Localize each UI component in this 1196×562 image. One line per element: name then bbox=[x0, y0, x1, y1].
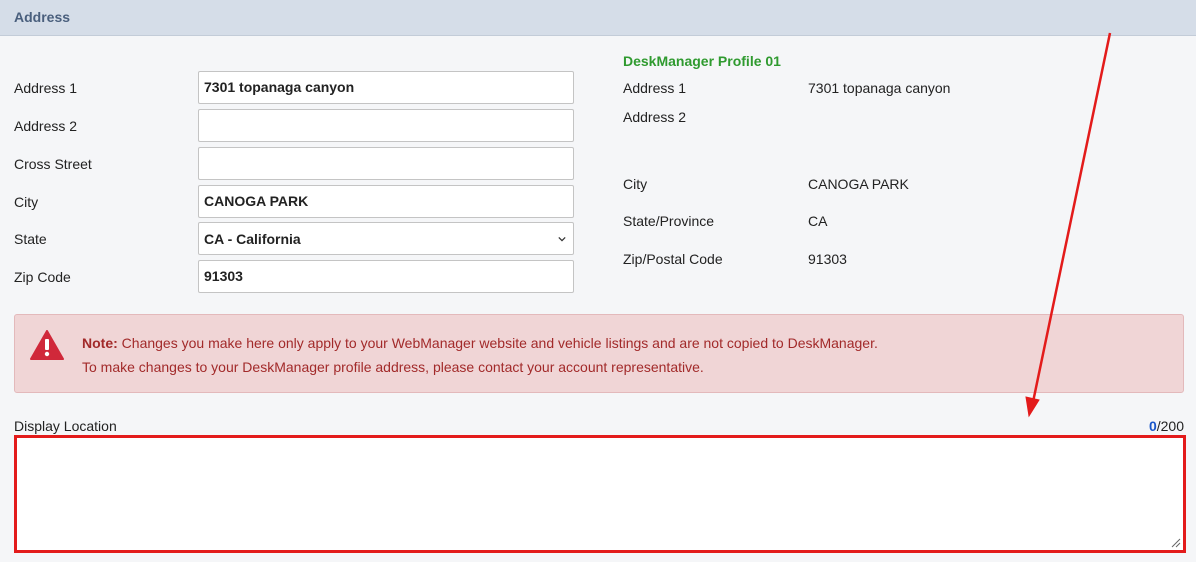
zip-label: Zip Code bbox=[14, 269, 71, 285]
profile-zip-label: Zip/Postal Code bbox=[623, 251, 723, 267]
note-line-1-text: Changes you make here only apply to your… bbox=[117, 335, 878, 351]
note-alert: Note: Changes you make here only apply t… bbox=[14, 314, 1184, 393]
display-location-textarea[interactable] bbox=[14, 435, 1186, 553]
section-title: Address bbox=[14, 9, 71, 25]
city-label: City bbox=[14, 194, 39, 210]
note-prefix: Note: bbox=[82, 335, 118, 351]
character-count: 0 bbox=[1148, 418, 1157, 434]
resize-grip-icon[interactable] bbox=[1171, 538, 1181, 548]
city-input[interactable]: CANOGA PARK bbox=[198, 185, 574, 218]
character-counter: 0/200 bbox=[1149, 418, 1184, 434]
profile-city-label: City bbox=[623, 176, 648, 192]
state-select[interactable]: CA - California bbox=[198, 222, 574, 255]
chevron-down-icon bbox=[558, 236, 566, 241]
cross-street-label: Cross Street bbox=[14, 156, 92, 172]
profile-city-value: CANOGA PARK bbox=[808, 176, 909, 192]
profile-title: DeskManager Profile 01 bbox=[623, 53, 781, 69]
address2-label: Address 2 bbox=[14, 118, 78, 134]
profile-state-label: State/Province bbox=[623, 213, 715, 229]
profile-state-value: CA bbox=[808, 213, 828, 229]
address2-input[interactable] bbox=[198, 109, 574, 142]
note-line-2: To make changes to your DeskManager prof… bbox=[82, 359, 704, 375]
address1-label: Address 1 bbox=[14, 80, 78, 96]
address1-input[interactable]: 7301 topanaga canyon bbox=[198, 71, 574, 104]
profile-address2-label: Address 2 bbox=[623, 109, 687, 125]
state-label: State bbox=[14, 231, 47, 247]
profile-zip-value: 91303 bbox=[808, 251, 847, 267]
note-line-1: Note: Changes you make here only apply t… bbox=[82, 335, 878, 351]
profile-address1-label: Address 1 bbox=[623, 80, 687, 96]
character-max: /200 bbox=[1156, 418, 1184, 434]
profile-address1-value: 7301 topanaga canyon bbox=[808, 80, 951, 96]
cross-street-input[interactable] bbox=[198, 147, 574, 180]
warning-triangle-icon bbox=[30, 330, 64, 360]
display-location-label: Display Location bbox=[14, 418, 117, 434]
state-select-value: CA - California bbox=[204, 230, 301, 247]
zip-input[interactable]: 91303 bbox=[198, 260, 574, 293]
section-header: Address bbox=[0, 0, 1196, 36]
